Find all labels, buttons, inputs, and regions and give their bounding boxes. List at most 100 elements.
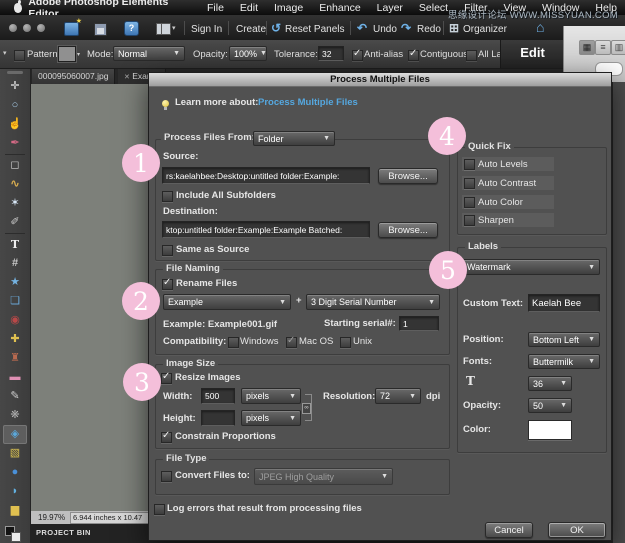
pattern-swatch-arrow-icon[interactable]: ▾ bbox=[77, 51, 80, 58]
resize-images-checkbox[interactable] bbox=[161, 373, 172, 384]
width-unit-dropdown[interactable]: pixels▼ bbox=[241, 388, 301, 404]
healing-brush-tool[interactable]: ✚ bbox=[4, 330, 26, 349]
dialog-title[interactable]: Process Multiple Files bbox=[149, 73, 611, 87]
tolerance-input[interactable]: 32 bbox=[318, 46, 344, 61]
window-close-dot[interactable] bbox=[9, 24, 17, 32]
resolution-dropdown[interactable]: 72▼ bbox=[375, 388, 421, 404]
label-color-swatch[interactable] bbox=[528, 420, 572, 440]
help-icon[interactable]: ? bbox=[124, 21, 139, 36]
edit-tab[interactable]: Edit bbox=[500, 40, 564, 68]
undo-button[interactable]: Undo bbox=[373, 24, 397, 35]
process-files-from-dropdown[interactable]: Folder▼ bbox=[253, 131, 335, 146]
label-opacity-dropdown[interactable]: 50▼ bbox=[528, 398, 572, 413]
convert-files-checkbox[interactable] bbox=[161, 471, 172, 482]
document-tab-active[interactable]: 000095060007.jpg bbox=[32, 69, 115, 84]
undo-icon[interactable]: ↶ bbox=[357, 21, 367, 35]
constrain-proportions-checkbox[interactable] bbox=[161, 432, 172, 443]
quick-selection-tool[interactable]: ✐ bbox=[4, 213, 26, 232]
zoom-tool[interactable]: ○ bbox=[4, 96, 26, 115]
windows-checkbox[interactable] bbox=[228, 337, 239, 348]
convert-format-dropdown[interactable]: JPEG High Quality▼ bbox=[254, 468, 393, 485]
redo-icon[interactable]: ↷ bbox=[401, 21, 411, 35]
unix-checkbox[interactable] bbox=[340, 337, 351, 348]
apple-logo-icon[interactable] bbox=[14, 3, 22, 13]
magic-wand-tool[interactable]: ✶ bbox=[4, 194, 26, 213]
list-view-button[interactable]: ≡ bbox=[595, 40, 611, 55]
destination-browse-button[interactable]: Browse... bbox=[378, 222, 438, 238]
auto-contrast-checkbox[interactable] bbox=[464, 178, 475, 189]
ok-button[interactable]: OK bbox=[548, 522, 606, 538]
smart-brush-tool[interactable]: ❋ bbox=[4, 406, 26, 425]
window-minimize-dot[interactable] bbox=[23, 24, 31, 32]
type-tool[interactable]: T bbox=[4, 235, 26, 254]
file-name-dropdown[interactable]: Example▼ bbox=[163, 294, 291, 310]
eraser-tool[interactable]: ▬ bbox=[4, 368, 26, 387]
auto-color-checkbox[interactable] bbox=[464, 197, 475, 208]
organizer-icon[interactable]: ⊞ bbox=[449, 21, 459, 35]
blur-tool[interactable]: ◗ bbox=[4, 482, 26, 501]
position-dropdown[interactable]: Bottom Left▼ bbox=[528, 332, 600, 347]
destination-path-input[interactable]: ktop:untitled folder:Example:Example Bat… bbox=[162, 221, 370, 238]
new-file-icon[interactable] bbox=[64, 22, 79, 36]
background-color-swatch[interactable] bbox=[11, 532, 21, 542]
layout-arrow-icon[interactable]: ▾ bbox=[172, 24, 176, 32]
column-view-button[interactable]: ▥ bbox=[611, 40, 625, 55]
auto-levels-checkbox[interactable] bbox=[464, 159, 475, 170]
fonts-dropdown[interactable]: Buttermilk▼ bbox=[528, 354, 600, 369]
reset-panels-icon[interactable]: ↺ bbox=[271, 21, 281, 35]
tool-options-grip-icon[interactable]: ▾ bbox=[3, 49, 7, 57]
thumbnail-view-button[interactable]: ▦ bbox=[579, 40, 595, 55]
shape-tool[interactable]: ● bbox=[4, 463, 26, 482]
paint-bucket-tool[interactable]: ◈ bbox=[3, 425, 27, 444]
log-errors-checkbox[interactable] bbox=[154, 504, 165, 515]
font-size-dropdown[interactable]: 36▼ bbox=[528, 376, 572, 391]
width-input[interactable]: 500 bbox=[201, 388, 235, 404]
gradient-tool[interactable]: ▧ bbox=[4, 444, 26, 463]
menu-item-image[interactable]: Image bbox=[274, 2, 303, 14]
menu-item-file[interactable]: File bbox=[207, 2, 224, 14]
brush-tool[interactable]: ✎ bbox=[4, 387, 26, 406]
sharpen-checkbox[interactable] bbox=[464, 215, 475, 226]
learn-more-link[interactable]: Process Multiple Files bbox=[258, 97, 358, 108]
hand-tool[interactable]: ☝ bbox=[4, 115, 26, 134]
source-browse-button[interactable]: Browse... bbox=[378, 168, 438, 184]
opacity-dropdown[interactable]: 100%▼ bbox=[229, 46, 267, 61]
anti-alias-checkbox[interactable] bbox=[352, 50, 363, 61]
custom-text-input[interactable]: Kaelah Bee bbox=[528, 294, 600, 312]
lasso-tool[interactable]: ∿ bbox=[4, 175, 26, 194]
close-icon[interactable]: ✕ bbox=[124, 74, 130, 81]
create-button[interactable]: Create bbox=[236, 24, 266, 35]
crop-tool[interactable]: # bbox=[4, 254, 26, 273]
menu-item-layer[interactable]: Layer bbox=[377, 2, 403, 14]
pattern-checkbox[interactable] bbox=[14, 50, 25, 61]
menu-item-edit[interactable]: Edit bbox=[240, 2, 258, 14]
window-zoom-dot[interactable] bbox=[37, 24, 45, 32]
menu-item-select[interactable]: Select bbox=[419, 2, 448, 14]
project-bin-label[interactable]: PROJECT BIN bbox=[36, 528, 91, 537]
source-path-input[interactable]: rs:kaelahbee:Desktop:untitled folder:Exa… bbox=[162, 167, 370, 184]
zoom-level-field[interactable]: 19.97% bbox=[38, 513, 65, 522]
cancel-button[interactable]: Cancel bbox=[485, 522, 533, 538]
reset-panels-button[interactable]: Reset Panels bbox=[285, 24, 344, 35]
eyedropper-tool[interactable]: ✒ bbox=[4, 134, 26, 153]
starting-serial-input[interactable]: 1 bbox=[399, 316, 439, 331]
marquee-tool[interactable]: ◻ bbox=[4, 156, 26, 175]
toolbar-grip[interactable] bbox=[7, 71, 23, 74]
recompose-tool[interactable]: ❏ bbox=[4, 292, 26, 311]
serial-number-dropdown[interactable]: 3 Digit Serial Number▼ bbox=[306, 294, 440, 310]
cookie-cutter-tool[interactable]: ★ bbox=[4, 273, 26, 292]
save-icon[interactable] bbox=[94, 23, 107, 36]
red-eye-removal-tool[interactable]: ◉ bbox=[4, 311, 26, 330]
pattern-swatch[interactable] bbox=[58, 46, 76, 62]
sign-in-button[interactable]: Sign In bbox=[191, 24, 222, 35]
sponge-tool[interactable]: ▆ bbox=[4, 501, 26, 520]
mac-os-checkbox[interactable] bbox=[286, 337, 297, 348]
move-tool[interactable]: ✛ bbox=[4, 77, 26, 96]
home-icon[interactable]: ⌂ bbox=[536, 19, 544, 35]
organizer-button[interactable]: Organizer bbox=[463, 24, 507, 35]
menu-item-enhance[interactable]: Enhance bbox=[319, 2, 360, 14]
height-unit-dropdown[interactable]: pixels▼ bbox=[241, 410, 301, 426]
height-input[interactable] bbox=[201, 410, 235, 426]
layout-icon[interactable] bbox=[156, 23, 171, 35]
contiguous-checkbox[interactable] bbox=[408, 50, 419, 61]
